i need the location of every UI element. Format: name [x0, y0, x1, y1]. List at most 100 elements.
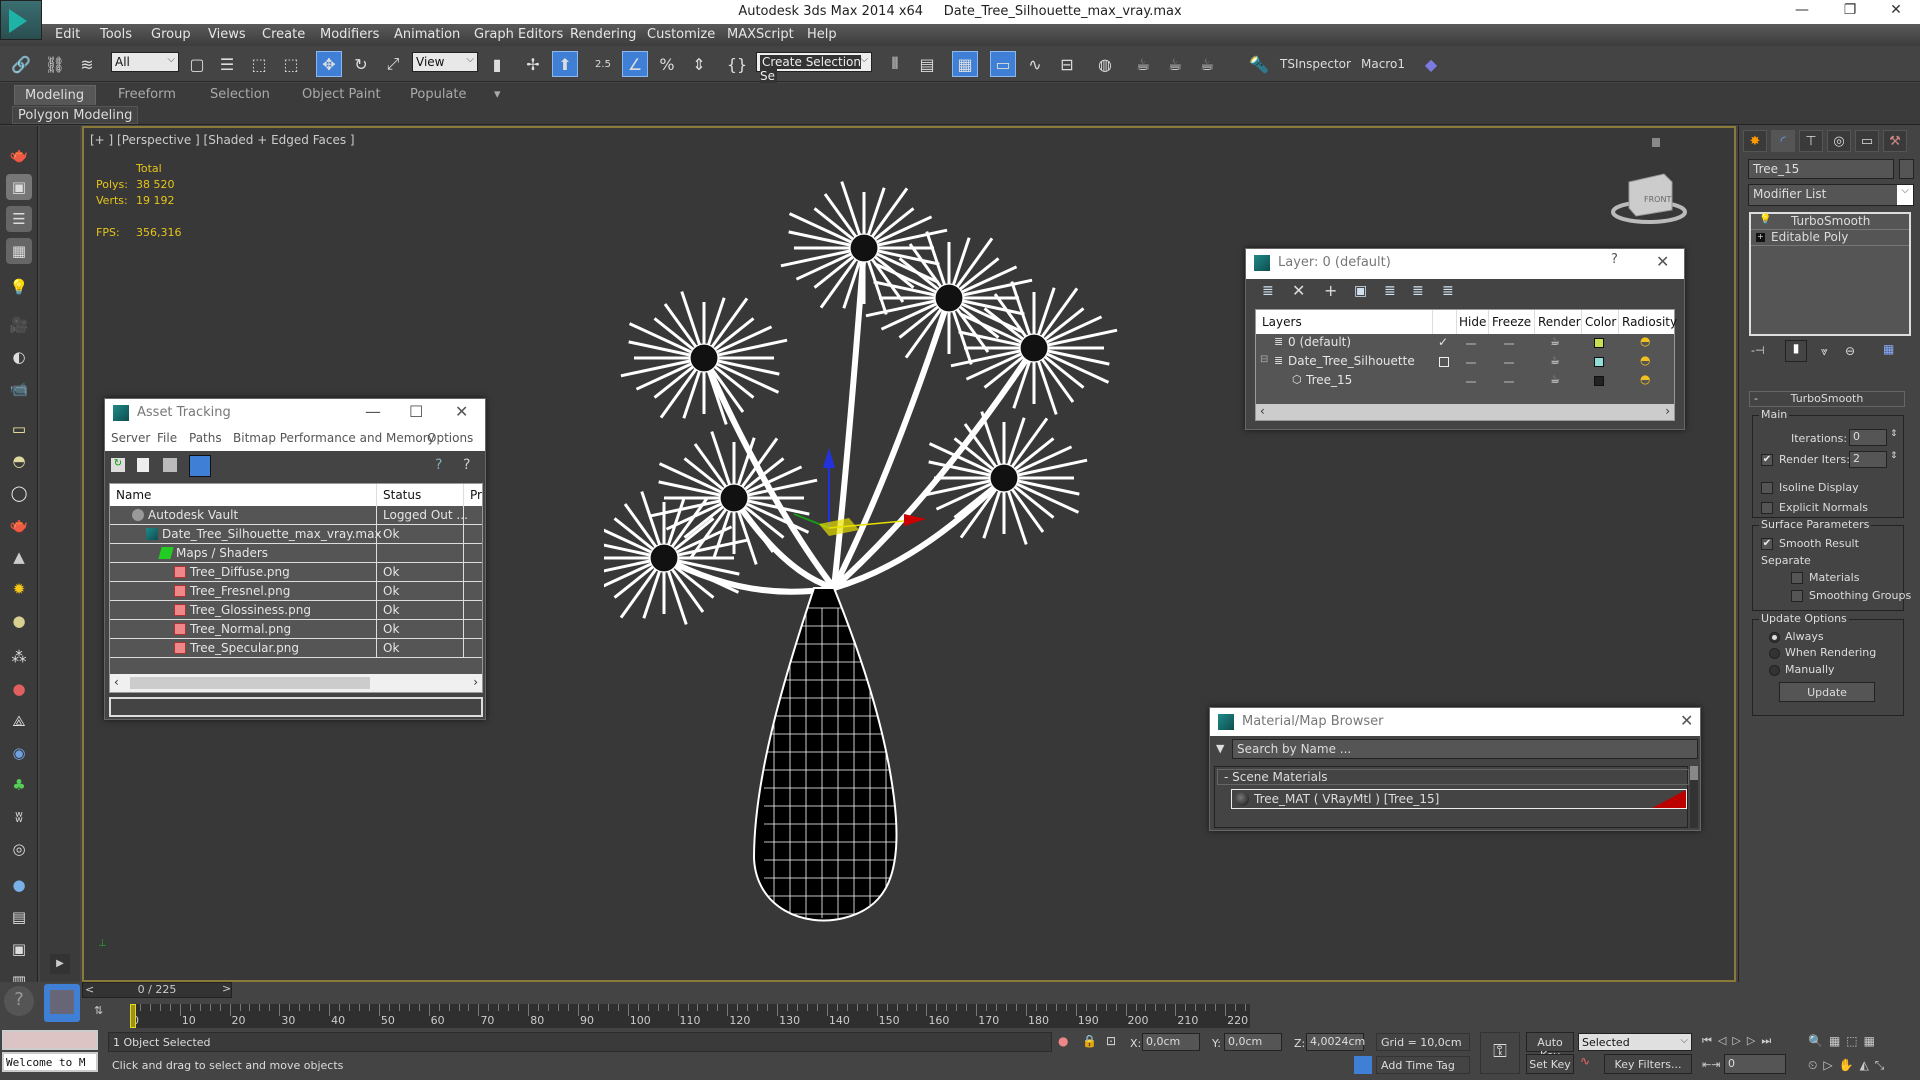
freeze-toggle[interactable]	[1504, 381, 1514, 383]
close-button[interactable]: ✕	[1656, 252, 1669, 271]
help-context-icon[interactable]: ?	[463, 457, 470, 473]
scroll-right-icon[interactable]: ›	[1665, 404, 1670, 418]
asset-row[interactable]: Tree_Specular.png Ok	[110, 639, 482, 658]
spinner-arrows-icon[interactable]: ⇕	[1890, 451, 1898, 461]
asset-row[interactable]: Tree_Glossiness.png Ok	[110, 601, 482, 620]
update-always-radio[interactable]	[1769, 632, 1780, 643]
tsinspector-button[interactable]: TSInspector	[1280, 57, 1351, 71]
iterations-spinner[interactable]: 0	[1849, 429, 1887, 446]
menu-maxscript[interactable]: MAXScript	[727, 27, 794, 42]
tab-freeform[interactable]: Freeform	[108, 85, 186, 105]
render-teapot-icon[interactable]: ☕	[1550, 373, 1560, 386]
render-iters-checkbox[interactable]: ✔	[1761, 454, 1773, 466]
render-setup-icon[interactable]: ☕	[1130, 51, 1156, 77]
freeze-toggle[interactable]	[1504, 343, 1514, 345]
menu-tools[interactable]: Tools	[100, 27, 132, 42]
freeze-toggle[interactable]	[1504, 362, 1514, 364]
col-freeze[interactable]: Freeze	[1492, 315, 1531, 329]
align-icon[interactable]: ▤	[914, 51, 940, 77]
bind-spacewarp-icon[interactable]: ≋	[74, 51, 100, 77]
select-move-icon[interactable]: ✥	[316, 51, 342, 77]
col-proxy[interactable]: Pr	[470, 488, 482, 502]
mini-listener-toggle[interactable]	[44, 984, 80, 1022]
isoline-display-checkbox[interactable]	[1761, 482, 1773, 494]
close-button[interactable]: ✕	[455, 402, 468, 421]
close-button[interactable]: ✕	[1680, 711, 1693, 730]
layer-row[interactable]: ≣ 0 (default) ✓ ☕ ◓	[1256, 334, 1674, 353]
create-layer-icon[interactable]: ≣	[1262, 283, 1274, 299]
asset-path-field[interactable]	[109, 697, 483, 717]
snap-toggle-icon[interactable]: 2.5	[590, 51, 616, 77]
area-light-icon[interactable]: ▭	[6, 416, 32, 442]
modify-tab-icon[interactable]: ◜	[1771, 130, 1795, 152]
render-iters-spinner[interactable]: 2	[1849, 451, 1887, 468]
menu-customize[interactable]: Customize	[647, 27, 715, 42]
tab-object-paint[interactable]: Object Paint	[292, 85, 391, 105]
tab-modeling[interactable]: Modeling	[14, 85, 96, 105]
default-tangents-icon[interactable]: ∿	[1580, 1054, 1590, 1068]
pin-stack-icon[interactable]: -⊣	[1751, 344, 1765, 357]
named-selection-dropdown[interactable]: Create Selection Se ⌵	[756, 52, 872, 83]
zoom-extents-all-icon[interactable]: ▦	[1864, 1034, 1881, 1048]
prev-key-icon[interactable]: ◁	[1718, 1034, 1732, 1047]
object-color-swatch[interactable]	[1899, 159, 1914, 179]
angle-snap-icon[interactable]: ∠	[622, 51, 648, 77]
set-keys-key-icon[interactable]: ⚿	[1480, 1032, 1520, 1074]
asset-row[interactable]: Tree_Fresnel.png Ok	[110, 582, 482, 601]
material-item[interactable]: Tree_MAT ( VRayMtl ) [Tree_15]	[1231, 789, 1687, 809]
smooth-result-checkbox[interactable]: ✔	[1761, 538, 1773, 550]
material-editor-icon[interactable]: ◍	[1092, 51, 1118, 77]
timeline-track[interactable]: 0102030405060708090100110120130140150160…	[130, 1004, 1250, 1028]
time-slider[interactable]: < 0 / 225	[82, 982, 232, 998]
viewport-label[interactable]: [+ ] [Perspective ] [Shaded + Edged Face…	[90, 133, 355, 147]
edit-named-selection-icon[interactable]: {}	[724, 51, 750, 77]
macro1-button[interactable]: Macro1	[1361, 57, 1405, 71]
isolate-selection-icon[interactable]: ●	[1058, 1034, 1068, 1048]
rendered-frame-window-icon[interactable]: ☕	[1162, 51, 1188, 77]
absolute-mode-icon[interactable]: ⊡	[1106, 1034, 1116, 1048]
search-by-name-input[interactable]: Search by Name ...	[1232, 739, 1698, 759]
auto-key-button[interactable]: Auto Key	[1526, 1032, 1574, 1062]
curve-editor-toggle-icon[interactable]: ⇅	[94, 1004, 103, 1017]
layer-explorer-icon[interactable]: ▦	[952, 51, 978, 77]
zoom-all-icon[interactable]: ▦	[1829, 1034, 1846, 1048]
current-layer-check-icon[interactable]: ✓	[1438, 335, 1448, 349]
remove-modifier-icon[interactable]: ⊖	[1845, 344, 1855, 358]
maximize-button[interactable]: ❐	[1830, 2, 1870, 22]
spinner-snap-icon[interactable]: ⇕	[686, 51, 712, 77]
render-window-icon[interactable]: ▣	[6, 174, 32, 200]
maxscript-listener-top[interactable]	[2, 1030, 98, 1050]
layer-titlebar[interactable]: Layer: 0 (default) ? ✕	[1246, 249, 1684, 279]
maximize-button[interactable]: ☐	[409, 402, 423, 421]
link-icon[interactable]: 🔗	[8, 51, 34, 77]
menu-animation[interactable]: Animation	[394, 27, 460, 42]
menu-group[interactable]: Group	[151, 27, 191, 42]
z-coord-field[interactable]: 4,0024cm	[1306, 1033, 1365, 1051]
col-radiosity[interactable]: Radiosity	[1622, 315, 1677, 329]
zoom-extents-icon[interactable]: ⬚	[1846, 1034, 1863, 1048]
gizmo-plane-handle[interactable]	[819, 518, 859, 536]
turbosmooth-rollout-header[interactable]: - TurboSmooth	[1749, 391, 1905, 407]
scene-materials-section[interactable]: - Scene Materials	[1217, 769, 1689, 785]
asset-row[interactable]: Autodesk Vault Logged Out ...	[110, 506, 482, 525]
camera-icon[interactable]: 🎥	[6, 312, 32, 338]
help-icon[interactable]: ?	[435, 457, 442, 473]
ref-coord-dropdown[interactable]: View ⌵	[412, 52, 478, 72]
hide-unhide-all-icon[interactable]: ≣	[1412, 283, 1424, 299]
tab-populate[interactable]: Populate	[400, 85, 477, 105]
hair-icon[interactable]: ʬ	[6, 804, 32, 830]
spinner-arrows-icon[interactable]: ⇕	[1890, 429, 1898, 439]
render-production-icon[interactable]: ☕	[1194, 51, 1220, 77]
layer-color-swatch[interactable]	[1594, 357, 1604, 367]
menu-help[interactable]: Help	[807, 27, 837, 42]
col-color[interactable]: Color	[1585, 315, 1616, 329]
select-by-name-icon[interactable]: ☰	[214, 51, 240, 77]
unlink-icon[interactable]: ⛓	[42, 51, 68, 77]
asset-row[interactable]: Tree_Diffuse.png Ok	[110, 563, 482, 582]
table-view-icon[interactable]	[189, 455, 211, 477]
hide-toggle[interactable]	[1466, 381, 1476, 383]
scroll-left-icon[interactable]: ‹	[114, 675, 119, 689]
selection-lock-icon[interactable]: 🔒	[1082, 1034, 1097, 1048]
transform-gizmo[interactable]	[793, 448, 926, 536]
time-tag-icon[interactable]	[1354, 1056, 1372, 1074]
